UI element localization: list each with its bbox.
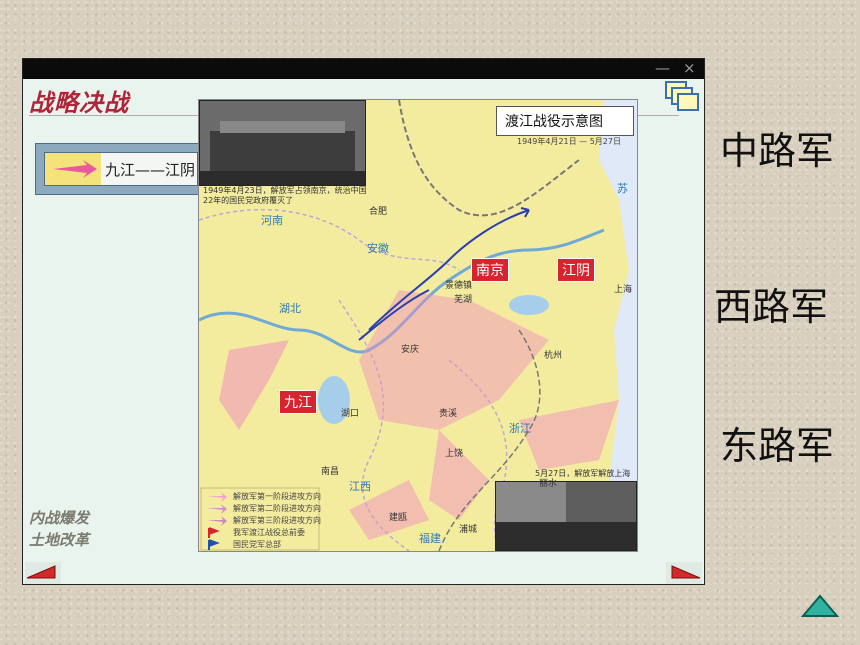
route-label: 九江——江阴 <box>105 161 196 179</box>
map-date-range: 1949年4月21日 — 5月27日 <box>517 137 621 146</box>
legend-item: 解放军第一阶段进攻方向 <box>233 492 321 501</box>
legend-item: 解放军第二阶段进攻方向 <box>233 504 321 513</box>
city-nanjing[interactable]: 南京 <box>471 258 509 282</box>
side-link-civil-war[interactable]: 内战爆发 <box>29 507 89 529</box>
city-jiujiang[interactable]: 九江 <box>279 390 317 414</box>
label-wuhu: 芜湖 <box>454 295 473 305</box>
city-jiangyin[interactable]: 江阴 <box>557 258 595 282</box>
route-button[interactable]: 九江——江阴 <box>35 143 209 195</box>
next-slide-button[interactable] <box>666 562 702 584</box>
legend-item: 国民党军总部 <box>233 540 281 549</box>
window-titlebar: — × <box>23 59 704 79</box>
photo-nanjing <box>199 100 366 186</box>
up-triangle-icon <box>800 594 840 617</box>
pink-arrow-icon <box>45 153 101 185</box>
prev-slide-button[interactable] <box>25 562 61 584</box>
army-label-west[interactable]: 西路军 <box>714 276 828 331</box>
up-nav-button[interactable] <box>800 593 840 619</box>
label-lishui: 丽水 <box>539 479 558 489</box>
minimize-button[interactable]: — <box>655 59 670 77</box>
route-button-inner: 九江——江阴 <box>44 152 198 186</box>
label-jingdezhen: 景德镇 <box>445 281 473 291</box>
province-zhejiang: 浙江 <box>509 422 531 435</box>
province-jiangsu: 苏 <box>617 182 628 195</box>
presentation-window: — × 战略决战 九江——江阴 1949年4月23日，解放军占领南京，统治中国2… <box>22 58 705 585</box>
photo-shanghai-image <box>496 482 636 550</box>
province-hubei: 湖北 <box>279 302 301 315</box>
label-hefei: 合肥 <box>369 207 388 217</box>
battle-map: 1949年4月23日，解放军占领南京，统治中国22年的国民党政府覆灭了 5月27… <box>198 99 638 552</box>
map-title-box: 渡江战役示意图 <box>496 106 634 136</box>
label-nanchang: 南昌 <box>321 467 340 477</box>
province-fujian: 福建 <box>419 532 441 545</box>
label-guixi: 贵溪 <box>439 409 458 419</box>
map-title: 渡江战役示意图 <box>505 114 603 130</box>
map-legend: 解放军第一阶段进攻方向 解放军第二阶段进攻方向 解放军第三阶段进攻方向 我军渡江… <box>233 491 321 551</box>
close-button[interactable]: × <box>683 59 696 77</box>
label-hangzhou: 杭州 <box>544 351 563 361</box>
label-jianou: 建瓯 <box>389 513 408 523</box>
army-label-east[interactable]: 东路军 <box>720 415 834 470</box>
side-link-land-reform[interactable]: 土地改革 <box>29 529 89 551</box>
photo-nanjing-image <box>200 101 365 185</box>
page-title: 战略决战 <box>29 88 129 117</box>
stacked-squares-icon[interactable] <box>665 81 699 111</box>
army-label-central[interactable]: 中路军 <box>720 120 834 175</box>
label-shanghai: 上海 <box>614 285 633 295</box>
province-jiangxi: 江西 <box>349 480 371 493</box>
label-pucheng: 浦城 <box>459 525 478 535</box>
province-henan: 河南 <box>261 214 283 227</box>
photo-caption-top: 1949年4月23日，解放军占领南京，统治中国22年的国民党政府覆灭了 <box>203 186 367 205</box>
label-hukou: 湖口 <box>341 409 360 419</box>
label-shangrao: 上饶 <box>445 449 464 459</box>
photo-shanghai <box>495 481 637 551</box>
label-anqing: 安庆 <box>401 345 420 355</box>
legend-item: 我军渡江战役总前委 <box>233 528 305 537</box>
side-nav: 内战爆发 土地改革 <box>29 507 89 551</box>
province-anhui: 安徽 <box>367 242 389 255</box>
legend-item: 解放军第三阶段进攻方向 <box>233 516 321 525</box>
